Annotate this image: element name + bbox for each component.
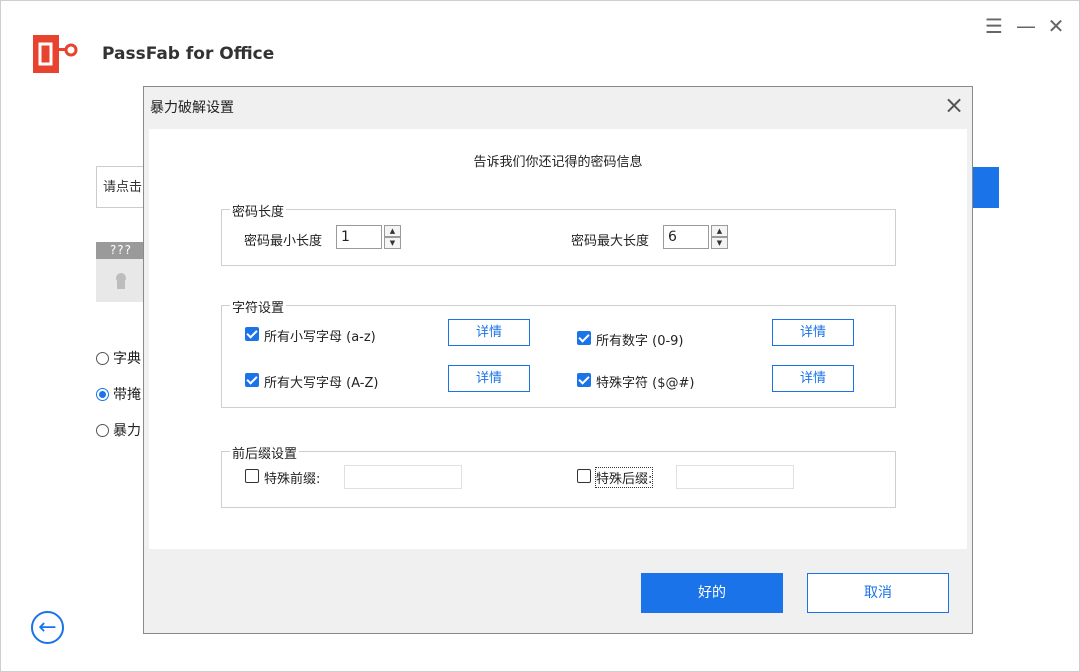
- back-button[interactable]: ←: [31, 611, 64, 644]
- dialog-subtitle: 告诉我们你还记得的密码信息: [473, 155, 643, 170]
- digits-checkbox[interactable]: [577, 331, 591, 345]
- prefix-input[interactable]: [344, 465, 462, 489]
- affix-group: 前后缀设置 特殊前缀: 特殊后缀:: [221, 443, 896, 508]
- max-length-spinner[interactable]: 6 ▲ ▼: [663, 225, 729, 249]
- prefix-label: 特殊前缀:: [264, 472, 321, 487]
- lock-icon: [116, 273, 126, 289]
- digits-label: 所有数字 (0-9): [596, 334, 684, 349]
- suffix-checkbox[interactable]: [577, 469, 591, 483]
- group-legend: 字符设置: [230, 297, 287, 316]
- min-length-label: 密码最小长度: [244, 234, 323, 249]
- close-icon[interactable]: ✕: [1045, 15, 1067, 37]
- spin-up-icon[interactable]: ▲: [384, 225, 401, 237]
- suffix-label: 特殊后缀:: [594, 467, 654, 488]
- cancel-button[interactable]: 取消: [807, 573, 949, 613]
- app-title: PassFab for Office: [102, 44, 275, 64]
- radio-label: 带掩: [113, 387, 141, 403]
- lowercase-checkbox[interactable]: [245, 327, 259, 341]
- uppercase-label: 所有大写字母 (A-Z): [264, 376, 379, 391]
- lowercase-detail-button[interactable]: 详情: [448, 319, 530, 346]
- file-card-label: ???: [96, 242, 146, 259]
- group-legend: 密码长度: [230, 201, 287, 220]
- menu-icon[interactable]: ☰: [983, 15, 1005, 37]
- file-card: ???: [96, 242, 146, 302]
- special-chars-detail-button[interactable]: 详情: [772, 365, 854, 392]
- special-chars-checkbox[interactable]: [577, 373, 591, 387]
- dialog-content-panel: 告诉我们你还记得的密码信息 密码长度 密码最小长度 1 ▲ ▼ 密码最大长度 6…: [149, 129, 967, 549]
- browse-button[interactable]: [971, 167, 999, 208]
- max-length-label: 密码最大长度: [571, 234, 650, 249]
- uppercase-detail-button[interactable]: 详情: [448, 365, 530, 392]
- radio-icon: [96, 424, 109, 437]
- radio-selected-icon: [96, 388, 109, 401]
- spin-down-icon[interactable]: ▼: [384, 237, 401, 249]
- min-length-spinner[interactable]: 1 ▲ ▼: [336, 225, 402, 249]
- max-length-input[interactable]: 6: [663, 225, 709, 249]
- spin-down-icon[interactable]: ▼: [711, 237, 728, 249]
- brute-force-settings-dialog: 暴力破解设置 × 告诉我们你还记得的密码信息 密码长度 密码最小长度 1 ▲ ▼…: [143, 86, 973, 634]
- special-chars-label: 特殊字符 ($@#): [596, 376, 695, 391]
- suffix-input[interactable]: [676, 465, 794, 489]
- digits-detail-button[interactable]: 详情: [772, 319, 854, 346]
- radio-label: 暴力: [113, 423, 141, 439]
- dialog-title: 暴力破解设置: [150, 100, 234, 116]
- radio-icon: [96, 352, 109, 365]
- minimize-icon[interactable]: —: [1015, 15, 1037, 37]
- prefix-checkbox[interactable]: [245, 469, 259, 483]
- group-legend: 前后缀设置: [230, 443, 300, 462]
- ok-button[interactable]: 好的: [641, 573, 783, 613]
- lowercase-label: 所有小写字母 (a-z): [264, 330, 376, 345]
- arrow-left-icon: ←: [38, 615, 57, 640]
- password-length-group: 密码长度 密码最小长度 1 ▲ ▼ 密码最大长度 6 ▲ ▼: [221, 201, 896, 266]
- spin-up-icon[interactable]: ▲: [711, 225, 728, 237]
- min-length-input[interactable]: 1: [336, 225, 382, 249]
- uppercase-checkbox[interactable]: [245, 373, 259, 387]
- charset-group: 字符设置 所有小写字母 (a-z) 详情 所有数字 (0-9) 详情 所有大写字…: [221, 297, 896, 408]
- radio-label: 字典: [113, 351, 141, 367]
- dialog-close-icon[interactable]: ×: [942, 93, 966, 117]
- app-logo: [33, 35, 78, 73]
